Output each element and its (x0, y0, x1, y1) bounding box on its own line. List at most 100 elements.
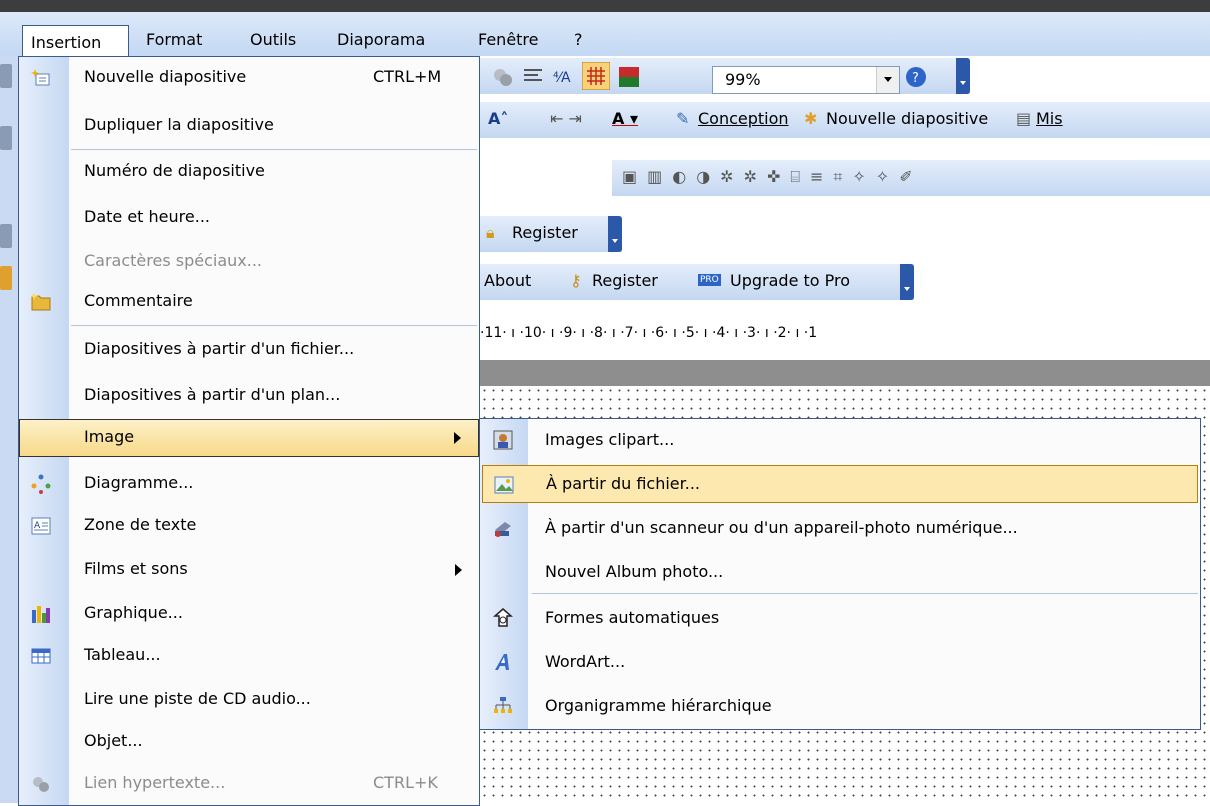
lock-icon: 🔒︎ (486, 223, 495, 242)
submenu-item-wordart[interactable]: WordArt... (480, 643, 1200, 681)
submenu-item-formes-automatiques[interactable]: Formes automatiques (480, 599, 1200, 637)
picture-file-icon (494, 476, 514, 494)
submenu-item-organigramme[interactable]: Organigramme hiérarchique (480, 687, 1200, 725)
toolbar-options-grip[interactable] (956, 58, 970, 94)
menu-item-nouvelle-diapositive[interactable]: Nouvelle diapositive CTRL+M (19, 59, 479, 97)
image-submenu: Images clipart... À partir du fichier...… (479, 418, 1201, 730)
new-slide-toolbar-icon: ✱ (804, 109, 818, 128)
diagram-icon (31, 474, 51, 494)
help-icon[interactable]: ? (905, 66, 927, 88)
menu-item-label: Tableau... (84, 645, 161, 664)
separator (532, 593, 1198, 594)
new-slide-button[interactable]: Nouvelle diapositive (826, 109, 988, 128)
indent-icons[interactable]: ⇤ ⇥ (550, 109, 582, 128)
separator (71, 325, 477, 326)
menu-item-diapos-plan[interactable]: Diapositives à partir d'un plan... (19, 377, 479, 415)
menu-fenetre[interactable]: Fenêtre (478, 28, 539, 52)
wordart-icon (495, 654, 509, 670)
insertion-menu: Nouvelle diapositive CTRL+M Dupliquer la… (18, 56, 480, 806)
menu-item-label: Dupliquer la diapositive (84, 115, 274, 134)
autoshapes-icon (493, 608, 513, 627)
pro-badge-icon: PRO (698, 274, 721, 286)
key-icon: ⚷ (570, 271, 582, 290)
upgrade-to-pro-button[interactable]: Upgrade to Pro (730, 271, 850, 290)
menu-item-label: Zone de texte (84, 515, 197, 534)
toolbar-grip-3[interactable] (900, 264, 914, 300)
menu-item-image[interactable]: Image (19, 419, 479, 457)
register-button-1[interactable]: Register (512, 223, 578, 242)
menu-item-films-sons[interactable]: Films et sons (19, 551, 479, 589)
menu-format[interactable]: Format (146, 28, 202, 52)
font-color-icon[interactable]: A ▾ (612, 109, 638, 128)
color-grayscale-icon[interactable] (618, 66, 640, 88)
menu-item-date-heure[interactable]: Date et heure... (19, 199, 479, 237)
about-button[interactable]: About (484, 271, 531, 290)
submenu-arrow-icon (455, 564, 462, 576)
menu-item-dupliquer[interactable]: Dupliquer la diapositive (19, 107, 479, 145)
table-icon (31, 648, 51, 664)
register-toolbar-1: 🔒︎ Register (480, 216, 622, 252)
submenu-item-scanneur[interactable]: À partir d'un scanneur ou d'un appareil-… (480, 509, 1200, 547)
menu-item-tableau[interactable]: Tableau... (19, 637, 479, 675)
menu-item-zone-texte[interactable]: A Zone de texte (19, 507, 479, 545)
background-toolbar-edge (0, 56, 20, 803)
menu-diaporama[interactable]: Diaporama (337, 28, 425, 52)
menu-insertion[interactable]: Insertion (22, 25, 129, 59)
submenu-item-a-partir-fichier[interactable]: À partir du fichier... (482, 465, 1198, 503)
menu-item-label: Diapositives à partir d'un fichier... (84, 339, 355, 358)
submenu-item-label: À partir d'un scanneur ou d'un appareil-… (545, 518, 1018, 537)
conception-button[interactable]: Conception (698, 109, 789, 128)
menu-item-diapos-fichier[interactable]: Diapositives à partir d'un fichier... (19, 331, 479, 369)
workspace-gray-band (480, 360, 1210, 386)
menu-item-objet[interactable]: Objet... (19, 723, 479, 761)
window-top-edge (0, 0, 1210, 12)
menu-item-label: Films et sons (84, 559, 188, 578)
expand-all-icon[interactable] (522, 66, 544, 88)
layout-button[interactable]: Mis (1036, 109, 1063, 128)
menu-item-label: Date et heure... (84, 207, 210, 226)
svg-text:?: ? (912, 71, 919, 86)
design-icon: ✎ (676, 109, 690, 128)
menu-item-lien-hypertexte: Lien hypertexte... CTRL+K (19, 765, 479, 803)
shortcut-label: CTRL+M (373, 67, 442, 86)
submenu-arrow-icon (454, 432, 461, 444)
menu-item-numero[interactable]: Numéro de diapositive (19, 153, 479, 191)
zoom-dropdown-arrow[interactable] (876, 67, 899, 93)
hyperlink-icon (33, 777, 49, 792)
menu-item-graphique[interactable]: Graphique... (19, 595, 479, 633)
grow-font-icon[interactable]: A˄ (488, 109, 508, 128)
submenu-item-label: Images clipart... (545, 430, 675, 449)
menu-item-label: Lien hypertexte... (84, 773, 226, 792)
picture-toolbar: ▣▥◐◑✲✲✜⌸≡⌗✧✧✐ (612, 160, 1210, 196)
menu-item-label: Graphique... (84, 603, 183, 622)
svg-text:⁴⁄A: ⁴⁄A (553, 70, 571, 86)
menu-item-label: Diapositives à partir d'un plan... (84, 385, 341, 404)
horizontal-ruler: ·11· ı ·10· ı ·9· ı ·8· ı ·7· ı ·6· ı ·5… (480, 316, 1210, 350)
format-display-icon[interactable]: ⁴⁄A (552, 66, 574, 88)
menu-help[interactable]: ? (574, 28, 583, 52)
shortcut-label: CTRL+K (373, 773, 438, 792)
scanner-icon (495, 522, 511, 537)
grid-icon[interactable] (582, 62, 610, 90)
org-chart-icon (494, 697, 512, 713)
picture-toolbar-icons[interactable]: ▣▥◐◑✲✲✜⌸≡⌗✧✧✐ (622, 167, 923, 187)
zoom-combobox[interactable]: 99% (712, 66, 900, 94)
new-slide-icon (31, 69, 50, 86)
menu-item-diagramme[interactable]: Diagramme... (19, 465, 479, 503)
submenu-item-label: Formes automatiques (545, 608, 720, 627)
register-button-2[interactable]: Register (592, 271, 658, 290)
menu-outils[interactable]: Outils (250, 28, 296, 52)
comment-icon (31, 292, 51, 311)
textbox-icon: A (31, 517, 51, 535)
submenu-item-label: WordArt... (545, 652, 626, 671)
submenu-item-album-photo[interactable]: Nouvel Album photo... (480, 553, 1200, 591)
menu-item-label: Diagramme... (84, 473, 194, 492)
menu-item-piste-cd[interactable]: Lire une piste de CD audio... (19, 681, 479, 719)
menu-item-commentaire[interactable]: Commentaire (19, 283, 479, 321)
menu-item-label: Commentaire (84, 291, 193, 310)
hyperlink-icon[interactable] (492, 66, 514, 88)
menu-item-label: Caractères spéciaux... (84, 251, 263, 270)
submenu-item-clipart[interactable]: Images clipart... (480, 421, 1200, 459)
toolbar-grip-2[interactable] (608, 216, 622, 252)
menu-item-label: Lire une piste de CD audio... (84, 689, 311, 708)
